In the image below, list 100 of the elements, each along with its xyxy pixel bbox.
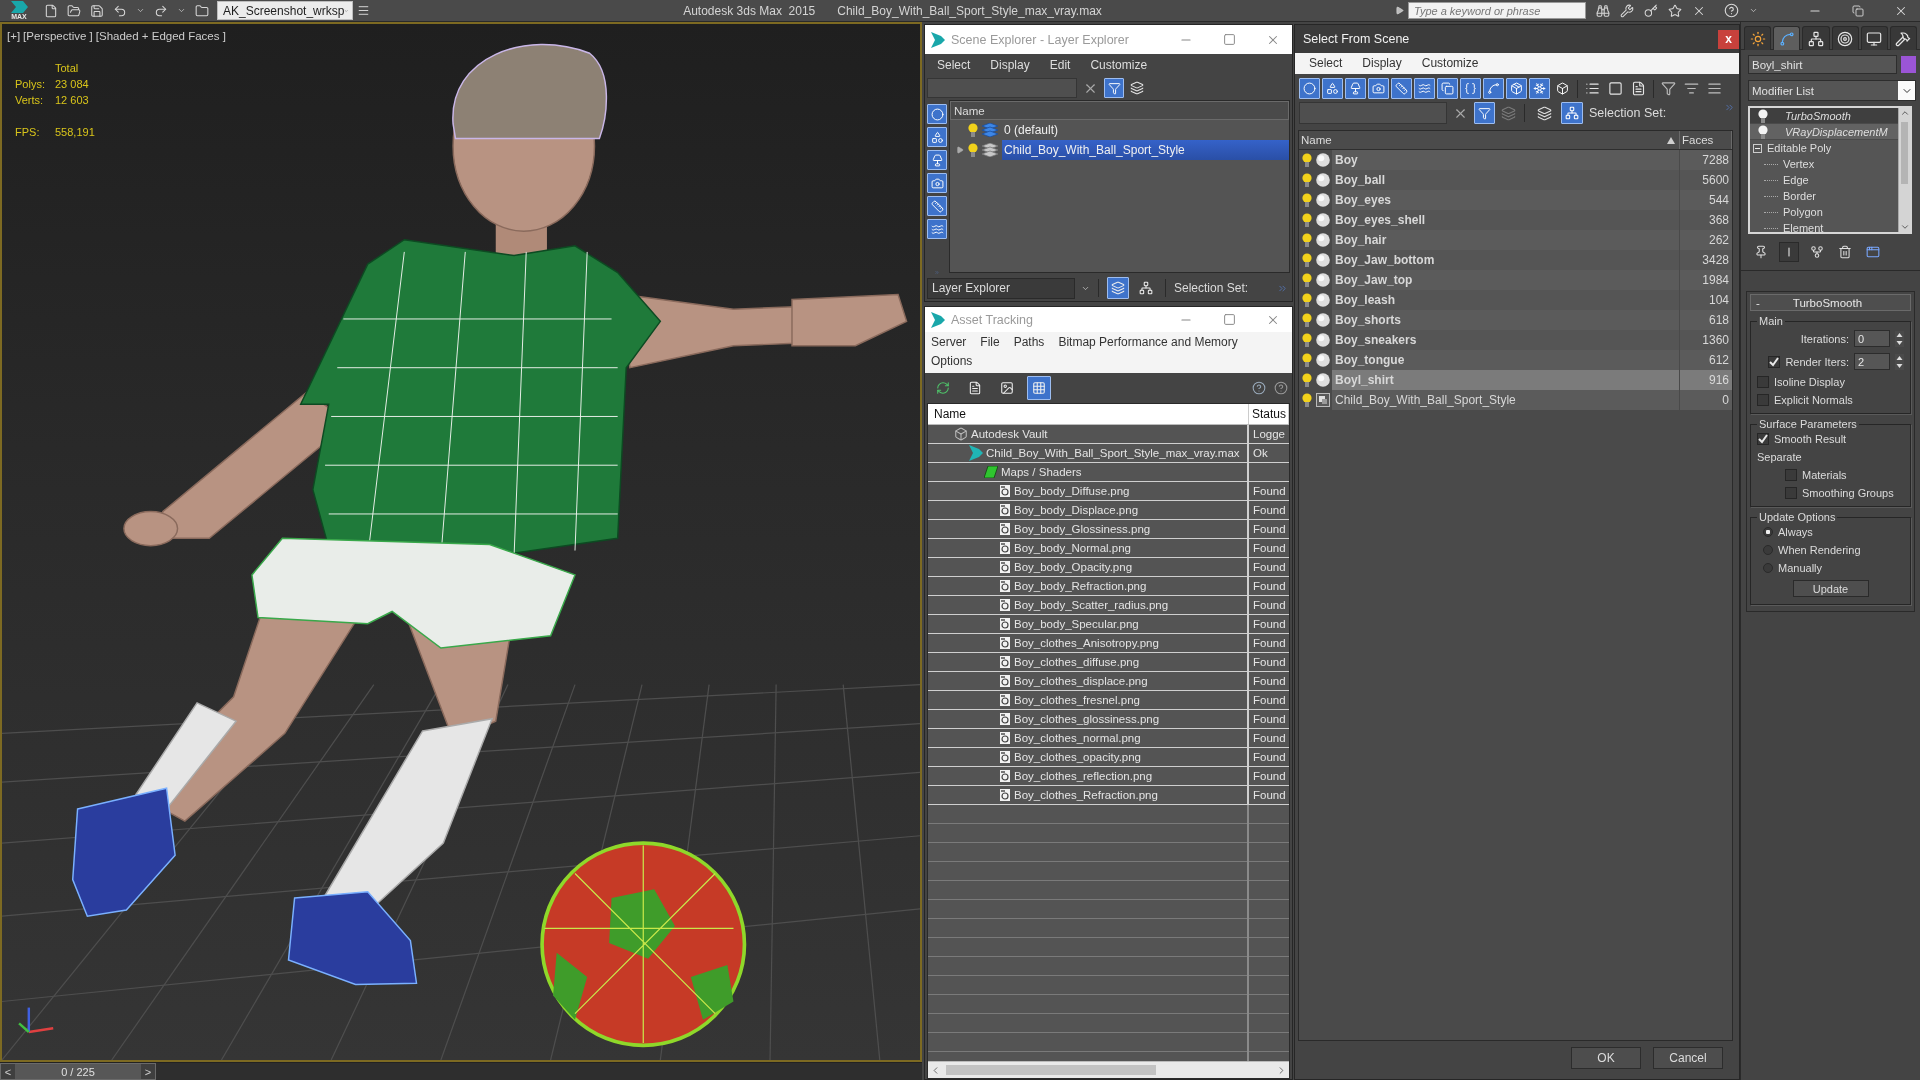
viewport-label[interactable]: [+]	[7, 30, 21, 42]
asset-name[interactable]: Boy_body_Opacity.png	[1014, 561, 1133, 573]
wrench-icon[interactable]	[1620, 3, 1634, 18]
checkbox-label[interactable]: Smoothing Groups	[1802, 487, 1894, 499]
radio-label[interactable]: When Rendering	[1778, 544, 1861, 556]
menu-item[interactable]: File	[980, 333, 1000, 352]
menu-item[interactable]: Select	[1309, 54, 1343, 73]
menu-item[interactable]: Options	[931, 352, 973, 371]
object-type-filter-button[interactable]	[927, 150, 947, 170]
folder-icon[interactable]	[195, 3, 209, 18]
view-toggle-button[interactable]	[1561, 102, 1583, 124]
spinner-field[interactable]: 0	[1854, 330, 1890, 347]
viewport-label[interactable]: [Shaded + Edged Faces ]	[95, 30, 226, 42]
object-type-filter-button[interactable]	[1529, 78, 1550, 99]
asset-name[interactable]: Boy_body_Refraction.png	[1014, 580, 1147, 592]
viewport-label[interactable]: [Perspective ]	[23, 30, 93, 42]
object-name[interactable]: Boy_tongue	[1332, 350, 1680, 370]
sort-arrow-icon[interactable]	[1667, 136, 1675, 144]
list-icon[interactable]	[1585, 81, 1600, 96]
checkbox[interactable]	[1768, 355, 1781, 368]
time-slider-thumb[interactable]: < 0 / 225 >	[0, 1063, 156, 1080]
next-frame-button[interactable]: >	[141, 1064, 155, 1079]
caret-icon[interactable]	[1749, 6, 1758, 15]
object-name[interactable]: Boy_shorts	[1332, 310, 1680, 330]
lightbulb-icon[interactable]	[1302, 253, 1312, 267]
menu-item[interactable]: Select	[937, 56, 971, 75]
workspace-dropdown[interactable]: AK_Screenshot_wrksp	[217, 1, 353, 20]
file-icon[interactable]	[44, 3, 58, 18]
chevron-down-icon[interactable]	[1899, 222, 1910, 232]
lightbulb-icon[interactable]	[968, 123, 978, 137]
asset-name[interactable]: Boy_clothes_opacity.png	[1014, 751, 1141, 763]
object-name[interactable]: Boy_leash	[1332, 290, 1680, 310]
asset-name[interactable]: Boy_clothes_Refraction.png	[1014, 789, 1158, 801]
folder-icon[interactable]	[67, 3, 81, 18]
stack-tool-button[interactable]	[1779, 242, 1799, 262]
radio-button[interactable]	[1763, 563, 1773, 573]
sub-object-level[interactable]: Edge	[1750, 172, 1898, 188]
lightbulb-icon[interactable]	[1758, 124, 1768, 139]
object-name[interactable]: Boy_Jaw_bottom	[1332, 250, 1680, 270]
asset-name[interactable]: Boy_clothes_reflection.png	[1014, 770, 1153, 782]
radio-label[interactable]: Always	[1778, 526, 1813, 538]
object-name[interactable]: Child_Boy_With_Ball_Sport_Style	[1332, 390, 1680, 410]
object-name[interactable]: Boy_eyes_shell	[1332, 210, 1680, 230]
asset-name[interactable]: Maps / Shaders	[1001, 466, 1082, 478]
caret-icon[interactable]	[1898, 81, 1915, 100]
caret-icon[interactable]	[177, 6, 186, 15]
menu-item[interactable]: Paths	[1013, 333, 1045, 352]
lightbulb-icon[interactable]	[1758, 108, 1768, 123]
lightbulb-icon[interactable]	[1302, 213, 1312, 227]
layer-name[interactable]: 0 (default)	[1002, 120, 1289, 140]
undo-icon[interactable]	[113, 3, 127, 18]
object-type-filter-button[interactable]	[1322, 78, 1343, 99]
sub-object-level[interactable]: Vertex	[1750, 156, 1898, 172]
modifier-item[interactable]: Editable Poly	[1750, 140, 1898, 156]
object-name[interactable]: Boy_Jaw_top	[1332, 270, 1680, 290]
lightbulb-icon[interactable]	[1302, 153, 1312, 167]
menu-item[interactable]: Display	[990, 56, 1030, 75]
panel-tab[interactable]	[1831, 26, 1859, 50]
radio-button[interactable]	[1763, 545, 1773, 555]
search-field[interactable]	[1299, 102, 1447, 124]
panel-tab[interactable]	[1860, 26, 1888, 50]
stack-scrollbar[interactable]	[1898, 108, 1910, 232]
lightbulb-icon[interactable]	[968, 143, 978, 157]
lightbulb-icon[interactable]	[1302, 173, 1312, 187]
checkbox[interactable]	[1757, 394, 1769, 406]
chevron-up-icon[interactable]	[1899, 108, 1910, 118]
object-type-filter-button[interactable]	[1345, 78, 1366, 99]
table-header[interactable]: Name Status	[928, 404, 1289, 425]
maximize-icon[interactable]	[1223, 33, 1236, 46]
close-button[interactable]: x	[1718, 29, 1739, 49]
asset-name[interactable]: Boy_clothes_fresnel.png	[1014, 694, 1140, 706]
spinner-field[interactable]: 2	[1854, 353, 1890, 370]
soccer-ball-drawing[interactable]	[540, 841, 747, 1048]
object-type-filter-button[interactable]	[927, 127, 947, 147]
object-name[interactable]: Boy	[1332, 150, 1680, 170]
object-name-field[interactable]: Boyl_shirt	[1748, 55, 1897, 74]
color-swatch-icon[interactable]	[1901, 56, 1916, 73]
help-icon[interactable]	[1252, 381, 1266, 395]
search-field[interactable]	[927, 78, 1077, 98]
lightbulb-icon[interactable]	[1302, 353, 1312, 367]
toolbar-button[interactable]	[1027, 376, 1051, 400]
horizontal-scrollbar[interactable]	[928, 1061, 1289, 1078]
list-filter-icon[interactable]	[1684, 81, 1699, 96]
layers-icon[interactable]	[1130, 81, 1144, 95]
checkbox[interactable]	[1785, 469, 1797, 481]
explorer-mode-dropdown[interactable]: Layer Explorer	[927, 277, 1075, 299]
filter-toggle-button[interactable]	[1104, 78, 1124, 98]
checkbox-label[interactable]: Isoline Display	[1774, 376, 1845, 388]
asset-name[interactable]: Child_Boy_With_Ball_Sport_Style_max_vray.max	[986, 447, 1240, 459]
panel-tab[interactable]	[1773, 26, 1801, 50]
object-name[interactable]: Boy_sneakers	[1332, 330, 1680, 350]
collapse-box-icon[interactable]	[1753, 143, 1762, 153]
lightbulb-icon[interactable]	[1302, 333, 1312, 347]
viewport[interactable]: [+] [Perspective ] [Shaded + Edged Faces ] Total Polys: 23 084 Verts: 12 603 FPS: 558,191	[0, 22, 922, 1062]
sub-object-level[interactable]: Polygon	[1750, 204, 1898, 220]
caret-icon[interactable]	[136, 6, 145, 15]
asset-name[interactable]: Boy_body_Displace.png	[1014, 504, 1139, 516]
spinner-arrows-icon[interactable]	[1895, 353, 1904, 370]
asset-name[interactable]: Boy_body_Specular.png	[1014, 618, 1139, 630]
modifier-item[interactable]: TurboSmooth	[1750, 108, 1898, 124]
